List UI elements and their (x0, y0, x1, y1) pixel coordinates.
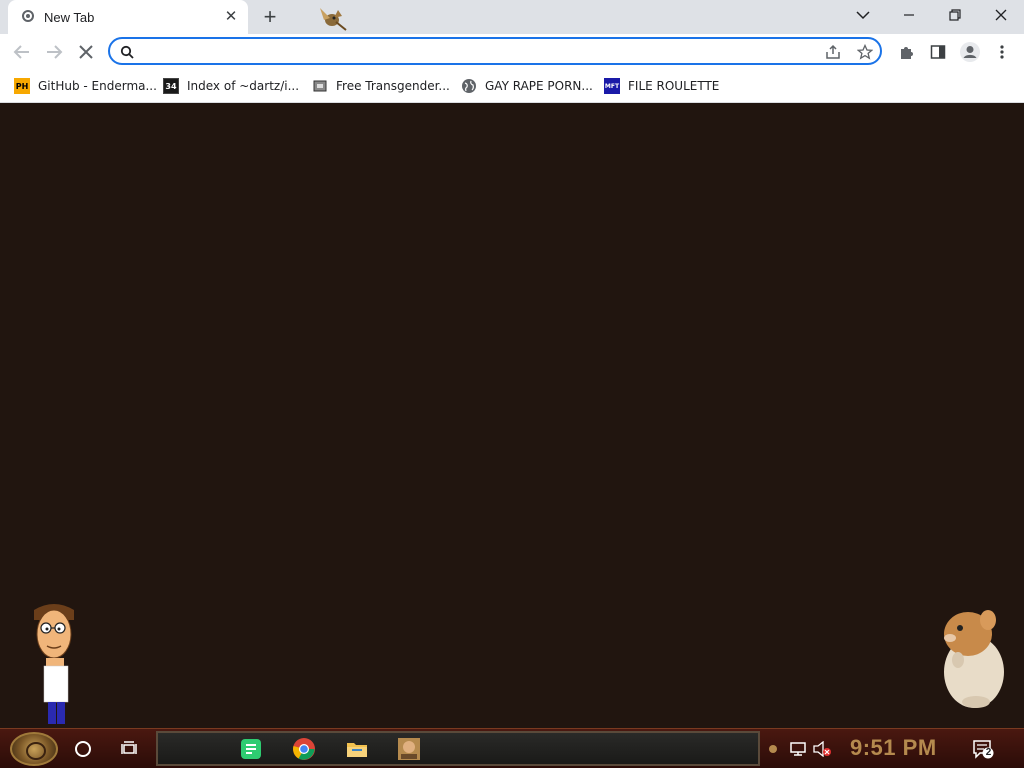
notification-center-button[interactable]: 2 (972, 739, 994, 759)
taskbar: 9:51 PM 2 (0, 728, 1024, 768)
mft-favicon-icon: MFT (604, 78, 620, 94)
forward-arrow-icon (47, 45, 63, 59)
profile-button[interactable] (958, 40, 982, 64)
restore-button[interactable] (932, 0, 978, 30)
chrome-icon[interactable] (292, 737, 316, 761)
browser-title-bar: New Tab ✕ + (0, 0, 1024, 34)
back-button[interactable] (9, 39, 35, 65)
bookmark-label: Free Transgender... (336, 79, 450, 93)
search-icon (118, 43, 136, 61)
tab-search-button[interactable] (840, 0, 886, 30)
tab-close-icon[interactable]: ✕ (222, 8, 240, 26)
taskbar-clock[interactable]: 9:51 PM (850, 735, 937, 761)
new-tab-favicon-icon (22, 10, 34, 22)
menu-button[interactable] (990, 40, 1014, 64)
bookmark-label: GitHub - Enderma... (38, 79, 157, 93)
bookmark-label: Index of ~dartz/i... (187, 79, 300, 93)
site-favicon-icon (312, 78, 328, 94)
bookmark-file-roulette[interactable]: MFT FILE ROULETTE (604, 76, 719, 96)
bookmark-free-transgender[interactable]: Free Transgender... (312, 76, 450, 96)
dartz-favicon-icon: 34 (163, 78, 179, 94)
side-panel-button[interactable] (926, 40, 950, 64)
page-content (0, 103, 1024, 728)
ph-favicon-icon: PH (14, 78, 30, 94)
minimize-button[interactable] (886, 0, 932, 30)
bookmarks-bar: PH GitHub - Enderma... 34 Index of ~dart… (0, 70, 1024, 103)
new-tab-button[interactable]: + (258, 5, 282, 29)
address-input[interactable] (146, 42, 810, 64)
chevron-down-icon (856, 11, 870, 20)
bookmark-label: FILE ROULETTE (628, 79, 720, 93)
side-panel-icon (930, 45, 946, 59)
back-arrow-icon (13, 45, 29, 59)
close-window-button[interactable] (978, 0, 1024, 30)
forward-button[interactable] (41, 39, 67, 65)
address-bar[interactable] (108, 37, 882, 65)
share-icon[interactable] (824, 43, 842, 61)
browser-toolbar (0, 34, 1024, 70)
task-view-icon (121, 741, 137, 754)
hummingbird-icon (320, 8, 347, 31)
puzzle-icon (901, 47, 913, 59)
bookmark-github[interactable]: PH GitHub - Enderma... (14, 76, 157, 96)
bookmark-label: GAY RAPE PORN... (485, 79, 593, 93)
game-app-icon[interactable] (397, 737, 421, 761)
star-icon[interactable] (856, 43, 874, 61)
task-view-button[interactable] (118, 737, 142, 761)
more-vert-icon (1000, 45, 1004, 59)
search-button[interactable] (71, 737, 95, 761)
tray-overflow-icon[interactable] (766, 739, 780, 759)
tab-title: New Tab (44, 10, 95, 25)
start-button[interactable] (10, 732, 58, 766)
stop-loading-button[interactable] (73, 39, 99, 65)
cortana-icon (75, 741, 91, 757)
hamster-icon (944, 610, 1004, 708)
profile-icon (960, 42, 980, 62)
globe-icon (461, 78, 477, 94)
file-explorer-icon[interactable] (345, 737, 369, 761)
volume-muted-icon[interactable] (810, 737, 834, 761)
network-icon[interactable] (786, 737, 810, 761)
stop-loading-icon (79, 45, 93, 59)
cartoon-character-icon (34, 604, 74, 724)
restore-icon (949, 9, 961, 21)
bookmark-globe-site[interactable]: GAY RAPE PORN... (461, 76, 593, 96)
notes-app-icon[interactable] (239, 737, 263, 761)
minimize-icon (904, 14, 914, 16)
close-icon (995, 9, 1007, 21)
tab-new-tab[interactable]: New Tab ✕ (8, 0, 248, 34)
notification-count-badge: 2 (985, 747, 992, 758)
bookmark-index-dartz[interactable]: 34 Index of ~dartz/i... (163, 76, 299, 96)
extensions-button[interactable] (894, 40, 918, 64)
